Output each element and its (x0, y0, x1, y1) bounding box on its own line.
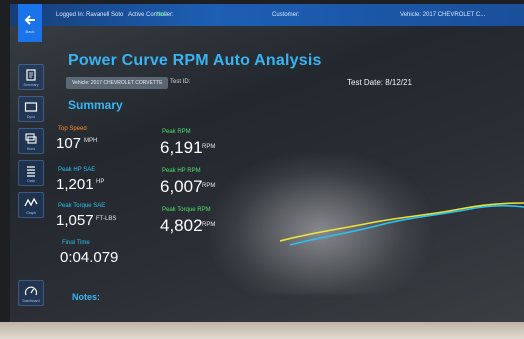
top-speed-label: Top Speed (58, 126, 87, 132)
peak-hp-unit: HP (96, 179, 105, 185)
monitor-bezel (0, 322, 524, 339)
peak-hp-rpm-unit: RPM (202, 183, 216, 189)
peak-torque-rpm-value: 4,802 (160, 216, 203, 235)
hp-curve (289, 204, 524, 246)
sidebar-item-summary[interactable]: Summary (18, 64, 44, 90)
sidebar-item-label: Graph (26, 210, 36, 215)
screen-icon (24, 101, 38, 112)
sidebar-item-dyno[interactable]: Dyno (18, 96, 44, 122)
test-date: Test Date: 8/12/21 (347, 78, 412, 87)
active-controller-label: Active Controller: (128, 12, 174, 18)
wave-icon (24, 197, 38, 206)
notes-label: Notes: (72, 292, 101, 302)
peak-hp-value: 1,201 (56, 176, 94, 193)
back-label: Back (25, 28, 35, 34)
sidebar: Summary Dyno Runs Data Graph Dashboard (14, 48, 44, 326)
sidebar-item-label: Summary (23, 82, 39, 87)
active-controller-value: Yes (156, 12, 166, 18)
sidebar-item-label: Data (27, 178, 35, 183)
sidebar-item-runs[interactable]: Runs (18, 128, 44, 154)
summary-heading: Summary (68, 98, 123, 112)
top-bar: Logged In: Ravanell Soto Active Controll… (10, 4, 524, 26)
peak-hp-label: Peak HP SAE (58, 167, 96, 173)
peak-torque-label: Peak Torque SAE (58, 203, 106, 209)
customer-label: Customer: (272, 12, 300, 18)
list-icon (27, 165, 35, 177)
top-speed-unit: MPH (84, 138, 98, 144)
sidebar-item-label: Runs (26, 146, 36, 151)
peak-rpm-value: 6,191 (160, 138, 203, 157)
page-title: Power Curve RPM Auto Analysis (68, 52, 322, 69)
back-button[interactable]: Back (18, 4, 42, 42)
power-curve-plot (280, 202, 524, 246)
torque-curve (280, 202, 524, 242)
sidebar-item-graph[interactable]: Graph (18, 192, 44, 218)
logged-in-text: Logged In: Ravanell Soto (56, 12, 124, 18)
peak-hp-rpm-value: 6,007 (160, 177, 203, 196)
gauge-icon (24, 286, 38, 295)
dashboard-button[interactable]: Dashboard (18, 280, 44, 306)
vehicle-text: Vehicle: 2017 CHEVROLET C... (400, 12, 486, 18)
document-icon (26, 68, 36, 81)
final-time-label: Final Time (62, 240, 90, 246)
dyno-screen: Logged In: Ravanell Soto Active Controll… (10, 4, 524, 328)
peak-torque-rpm-unit: RPM (202, 222, 216, 228)
peak-hp-rpm-label: Peak HP RPM (162, 168, 201, 174)
test-id-label: Test ID: (170, 79, 191, 85)
sidebar-item-label: Dyno (26, 114, 36, 119)
peak-rpm-label: Peak RPM (162, 129, 191, 135)
dashboard-label: Dashboard (22, 298, 40, 303)
vehicle-selector[interactable]: Vehicle: 2017 CHEVROLET CORVETTE (66, 77, 169, 89)
peak-rpm-unit: RPM (202, 144, 216, 150)
top-speed-value: 107 (56, 135, 82, 152)
final-time-value: 0:04.079 (60, 249, 119, 266)
peak-torque-value: 1,057 (56, 212, 94, 229)
peak-torque-unit: FT-LBS (96, 216, 117, 222)
arrow-left-icon (24, 14, 35, 25)
peak-torque-rpm-label: Peak Torque RPM (162, 207, 211, 213)
stack-icon (25, 132, 37, 144)
sidebar-item-data[interactable]: Data (18, 160, 44, 186)
